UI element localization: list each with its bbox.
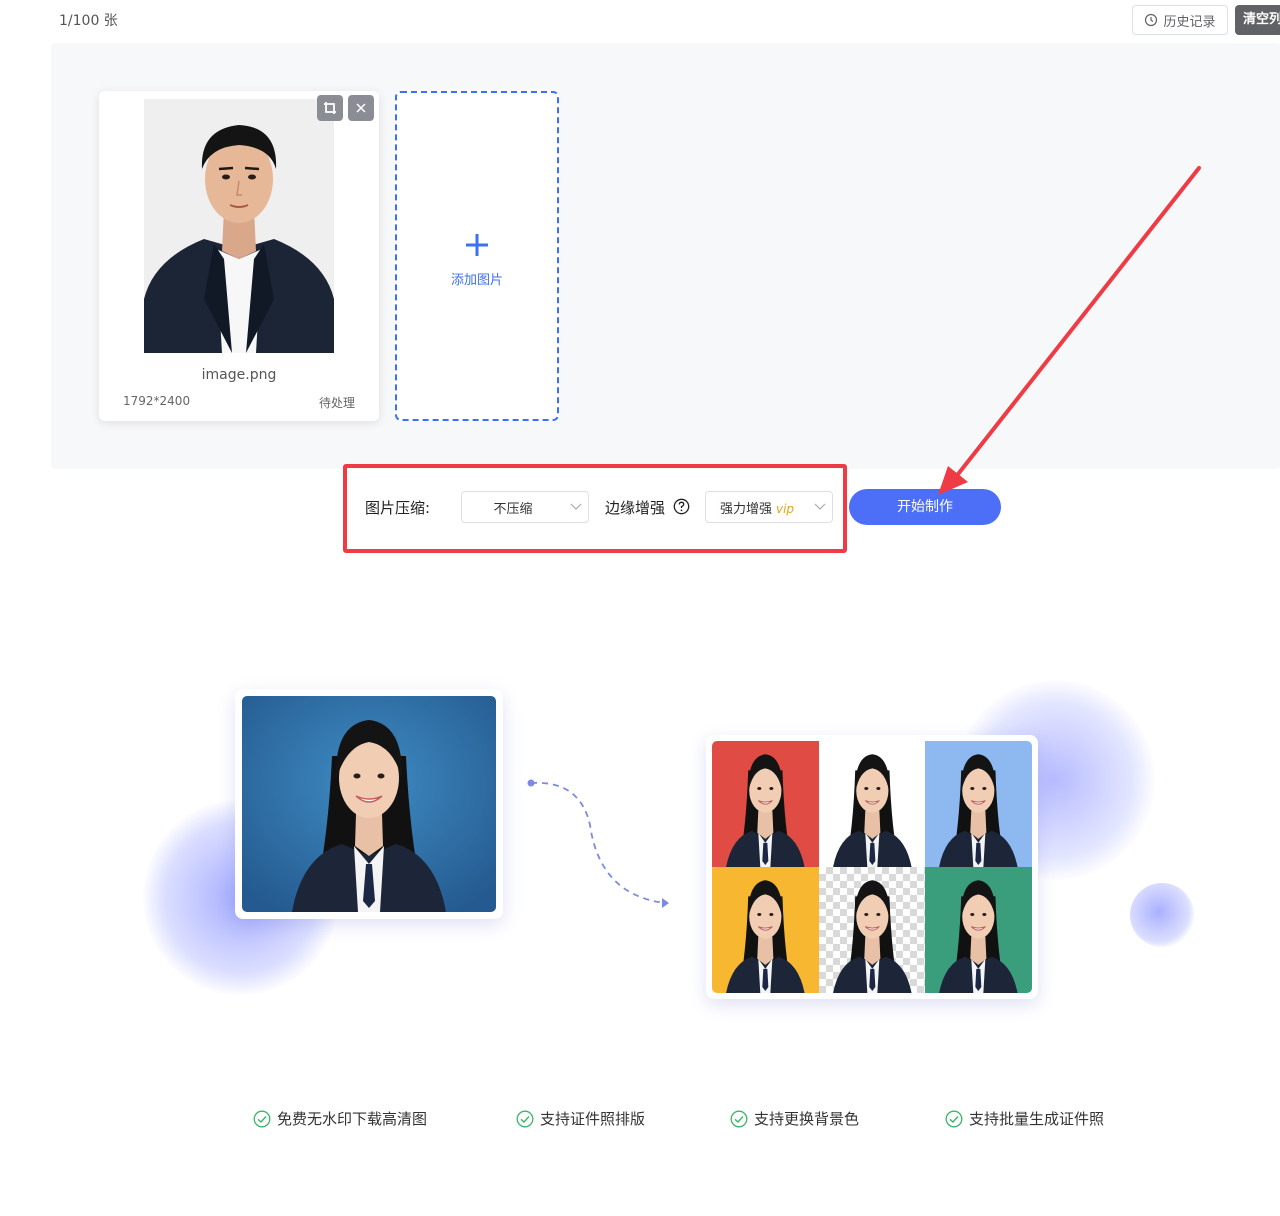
decorative-blob bbox=[1130, 883, 1194, 947]
feature-label: 支持证件照排版 bbox=[540, 1110, 646, 1128]
result-variant-cell bbox=[925, 741, 1032, 867]
check-circle-icon bbox=[945, 1110, 963, 1127]
check-circle-icon bbox=[253, 1110, 271, 1127]
feature-label: 免费无水印下载高清图 bbox=[277, 1110, 428, 1128]
result-variant-cell bbox=[818, 867, 926, 993]
result-variant-cell bbox=[925, 867, 1032, 993]
result-variant-cell bbox=[712, 867, 819, 993]
feature-item: 支持证件照排版 bbox=[516, 1108, 645, 1129]
feature-item: 支持批量生成证件照 bbox=[945, 1108, 1104, 1129]
annotation-arrow bbox=[938, 166, 1201, 495]
feature-label: 支持更换背景色 bbox=[754, 1110, 860, 1128]
result-variant-cell bbox=[712, 741, 819, 867]
sample-result-grid bbox=[706, 735, 1038, 999]
result-variant-cell bbox=[818, 741, 926, 867]
check-circle-icon bbox=[730, 1110, 748, 1127]
check-circle-icon bbox=[516, 1110, 534, 1127]
sample-source-photo bbox=[235, 689, 503, 919]
feature-item: 支持更换背景色 bbox=[730, 1108, 859, 1129]
feature-label: 支持批量生成证件照 bbox=[969, 1110, 1105, 1128]
feature-item: 免费无水印下载高清图 bbox=[253, 1108, 427, 1129]
connector-path bbox=[527, 779, 669, 908]
